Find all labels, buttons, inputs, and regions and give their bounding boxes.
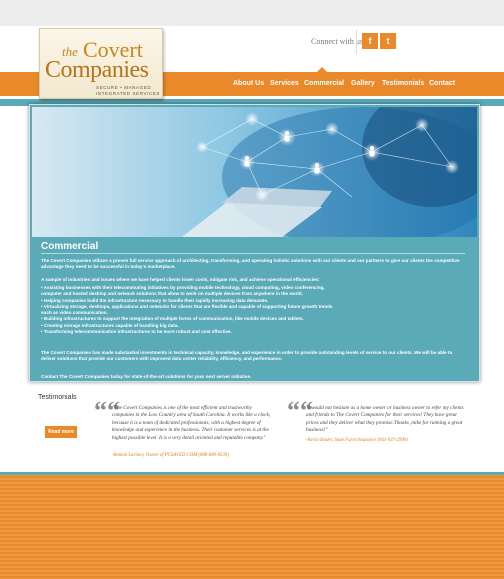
facebook-icon[interactable]: f <box>362 33 378 49</box>
testimonials-heading: Testimonials <box>38 394 77 401</box>
site-logo[interactable]: the Covert Companies SECURE • MANAGED IN… <box>39 28 163 99</box>
top-band <box>0 0 504 26</box>
nav-gallery[interactable]: Gallery <box>351 80 375 87</box>
investment-paragraph: The Covert Companies has made substantia… <box>41 350 453 362</box>
industries-list: • Assisting businesses with their teleco… <box>41 285 466 335</box>
testimonial-text: "The Covert Companies is one of the most… <box>112 405 271 441</box>
testimonial-author: -Roman Larinov, Owner of PCSAVED.COM (88… <box>112 453 229 458</box>
list-item: • Transforming telecommunication infrast… <box>41 329 232 335</box>
twitter-icon[interactable]: t <box>380 33 396 49</box>
nav-contact[interactable]: Contact <box>429 80 455 87</box>
commercial-panel: Commercial The Covert Companies utilizes… <box>29 104 480 382</box>
testimonial-author: -Kevin Snider, State Farm Insurance (843… <box>306 438 408 443</box>
logo-tagline-2: INTEGRATED SERVICES <box>96 91 160 96</box>
social-divider <box>356 30 357 54</box>
logo-tagline-1: SECURE • MANAGED <box>96 85 152 90</box>
testimonial-text: "I would not hesitate as a home owner or… <box>306 405 464 434</box>
footer <box>0 472 504 579</box>
logo-companies-text: Companies <box>45 57 149 83</box>
contact-line: Contact The Covert Companies today for s… <box>41 374 252 379</box>
nav-services[interactable]: Services <box>270 80 299 87</box>
network-graphic <box>182 107 477 237</box>
read-more-button[interactable]: Read more <box>45 426 77 438</box>
nav-commercial[interactable]: Commercial <box>304 80 344 87</box>
hero-image <box>32 107 477 237</box>
nav-testimonials[interactable]: Testimonials <box>382 80 424 87</box>
page-title: Commercial <box>41 241 99 252</box>
nav-about-us[interactable]: About Us <box>233 80 264 87</box>
title-divider <box>41 253 465 254</box>
intro-paragraph: The Covert Companies utilizes a proven f… <box>41 258 460 270</box>
sample-heading: A sample of industries and issues where … <box>41 277 320 282</box>
footer-divider <box>0 472 504 475</box>
nav-active-indicator-icon <box>317 67 327 72</box>
